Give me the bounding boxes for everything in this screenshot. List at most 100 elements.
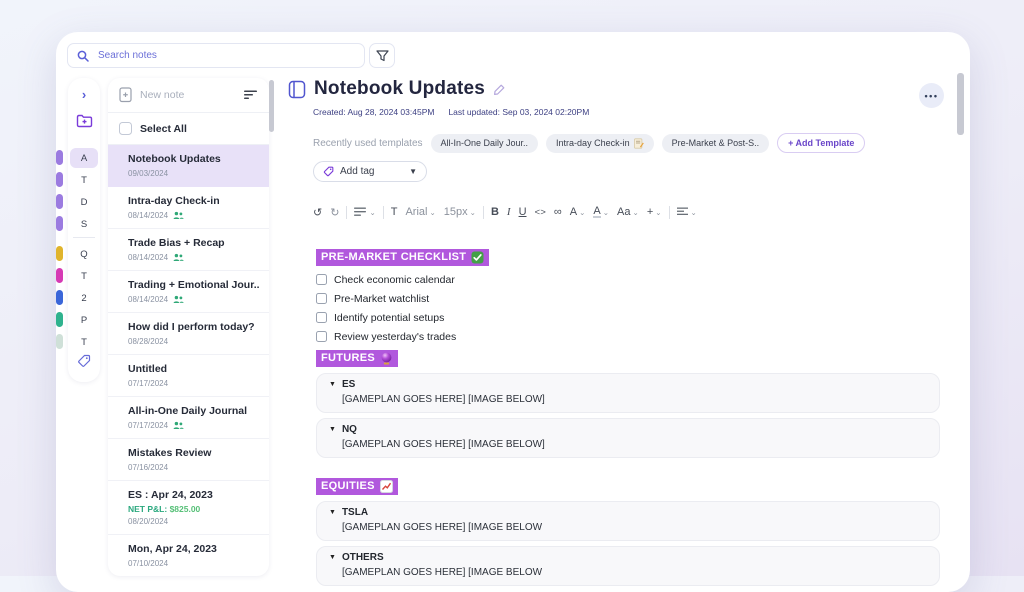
section-heading-text: PRE-MARKET CHECKLIST — [321, 251, 466, 264]
note-item-date: 08/28/2024 — [128, 337, 168, 346]
list-item[interactable]: Mistakes Review07/16/2024 — [108, 439, 269, 481]
template-pill[interactable]: Intra-day Check-in — [546, 134, 654, 153]
highlight-color-button[interactable]: A⌄ — [592, 206, 610, 218]
note-item-title: How did I perform today? — [128, 321, 259, 334]
list-item[interactable]: Trade Bias + Recap08/14/2024 — [108, 229, 269, 271]
list-item[interactable]: Trading + Emotional Jour...08/14/2024 — [108, 271, 269, 313]
list-item[interactable]: All-in-One Daily Journal07/17/2024 — [108, 397, 269, 439]
list-item[interactable]: Mon, Apr 24, 202307/10/2024 — [108, 535, 269, 576]
rail-letter-a[interactable]: A — [70, 148, 98, 168]
text-case-button[interactable]: Aa⌄ — [616, 206, 640, 218]
notebook-color-pill — [56, 172, 63, 187]
chevron-down-icon: ⌄ — [579, 208, 585, 217]
search-bar — [67, 43, 365, 68]
rail-letter-t[interactable]: T — [70, 266, 98, 286]
checklist-row: Identify potential setups — [316, 310, 940, 325]
template-pill[interactable]: All-In-One Daily Jour.. — [431, 134, 539, 153]
collapsible-box-header[interactable]: ▼TSLA — [329, 507, 927, 519]
text-color-button[interactable]: A⌄ — [569, 206, 587, 218]
note-section: PRE-MARKET CHECKLISTCheck economic calen… — [316, 247, 940, 344]
list-item[interactable]: Notebook Updates09/03/2024 — [108, 145, 269, 187]
collapsible-box-header[interactable]: ▼OTHERS — [329, 552, 927, 564]
template-pill-label: All-In-One Daily Jour.. — [441, 138, 529, 148]
sort-button[interactable] — [244, 90, 258, 100]
italic-glyph: I — [507, 206, 511, 218]
note-item-title: Untitled — [128, 363, 259, 376]
rail-letter-d[interactable]: D — [70, 192, 98, 212]
code-button[interactable]: <> — [534, 207, 547, 218]
redo-button[interactable]: ↻ — [329, 206, 340, 219]
letter-rail: › ATDSQT2PT — [56, 78, 102, 388]
font-family-button[interactable]: Arial⌄ — [404, 206, 436, 218]
note-item-date: 07/17/2024 — [128, 379, 168, 388]
checklist-checkbox[interactable] — [316, 293, 327, 304]
tags-button[interactable] — [68, 352, 100, 370]
notebook-color-pill — [56, 194, 63, 209]
new-folder-button[interactable] — [68, 111, 100, 131]
list-item[interactable]: How did I perform today? 08/28/2024 — [108, 313, 269, 355]
caret-down-icon: ▼ — [329, 552, 336, 564]
more-options-button[interactable]: ••• — [919, 83, 944, 108]
memo-icon — [634, 138, 644, 149]
note-header: Notebook Updates — [288, 78, 506, 100]
note-item-meta: 07/10/2024 — [128, 559, 259, 568]
search-input[interactable] — [96, 49, 355, 62]
filter-button[interactable] — [369, 43, 395, 68]
highlight-color-glyph: A — [593, 206, 600, 218]
rail-divider — [73, 237, 95, 238]
expand-sidebar-button[interactable]: › — [68, 84, 100, 104]
rail-letter-t[interactable]: T — [70, 170, 98, 190]
font-size-button[interactable]: 15px⌄ — [443, 206, 477, 218]
undo-button[interactable]: ↺ — [312, 206, 323, 219]
template-pills: All-In-One Daily Jour.. Intra-day Check-i… — [431, 134, 770, 153]
note-section: EQUITIES▼TSLA[GAMEPLAN GOES HERE] [IMAGE… — [316, 476, 940, 586]
align-button[interactable]: ⌄ — [676, 207, 698, 217]
template-pill[interactable]: Pre-Market & Post-S.. — [662, 134, 770, 153]
rail-letter-s[interactable]: S — [70, 214, 98, 234]
toolbar-divider — [383, 206, 384, 219]
new-note-label: New note — [140, 89, 184, 101]
link-button[interactable]: ∞ — [553, 206, 563, 218]
content-scrollbar[interactable] — [957, 73, 964, 135]
rail-letter-t[interactable]: T — [70, 332, 98, 352]
text-style-button[interactable]: T — [390, 206, 399, 218]
list-item[interactable]: ES : Apr 24, 2023NET P&L: $825.0008/20/2… — [108, 481, 269, 535]
chevron-down-icon: ⌄ — [429, 208, 435, 217]
notebook-color-pill — [56, 150, 63, 165]
collapsible-box-header[interactable]: ▼NQ — [329, 424, 927, 436]
add-tag-button[interactable]: Add tag ▼ — [313, 161, 427, 182]
note-title: Notebook Updates — [314, 78, 485, 100]
rail-letter-p[interactable]: P — [70, 310, 98, 330]
bold-button[interactable]: B — [490, 206, 500, 218]
rail-letter-q[interactable]: Q — [70, 244, 98, 264]
folder-plus-icon — [76, 114, 93, 128]
insert-button[interactable]: +⌄ — [646, 206, 663, 218]
checklist-checkbox[interactable] — [316, 331, 327, 342]
notes-list-scrollbar[interactable] — [269, 80, 274, 132]
collapsible-box-header[interactable]: ▼ES — [329, 379, 927, 391]
paragraph-style-button[interactable]: ⌄ — [353, 207, 376, 217]
note-item-title: Intra-day Check-in — [128, 195, 259, 208]
box-body-text: [GAMEPLAN GOES HERE] [IMAGE BELOW] — [342, 394, 927, 406]
edit-title-icon[interactable] — [493, 83, 506, 96]
updated-timestamp: Last updated: Sep 03, 2024 02:20PM — [448, 107, 589, 117]
select-all-checkbox[interactable] — [119, 122, 132, 135]
underline-button[interactable]: U — [518, 206, 528, 218]
tag-icon — [77, 354, 91, 368]
rail-letter-2[interactable]: 2 — [70, 288, 98, 308]
italic-button[interactable]: I — [506, 206, 512, 218]
new-note-button[interactable]: New note — [108, 78, 269, 113]
chevron-down-icon: ⌄ — [369, 208, 375, 217]
note-item-meta: 08/20/2024 — [128, 517, 259, 526]
note-item-title: All-in-One Daily Journal — [128, 405, 259, 418]
note-item-date: 08/20/2024 — [128, 517, 168, 526]
add-template-button[interactable]: + Add Template — [777, 133, 865, 153]
users-icon — [173, 421, 184, 430]
checklist-checkbox[interactable] — [316, 312, 327, 323]
new-note-icon — [119, 87, 133, 103]
collapsible-box: ▼NQ[GAMEPLAN GOES HERE] [IMAGE BELOW] — [316, 418, 940, 458]
note-item-meta: 07/17/2024 — [128, 379, 259, 388]
list-item[interactable]: Untitled 07/17/2024 — [108, 355, 269, 397]
list-item[interactable]: Intra-day Check-in08/14/2024 — [108, 187, 269, 229]
checklist-checkbox[interactable] — [316, 274, 327, 285]
